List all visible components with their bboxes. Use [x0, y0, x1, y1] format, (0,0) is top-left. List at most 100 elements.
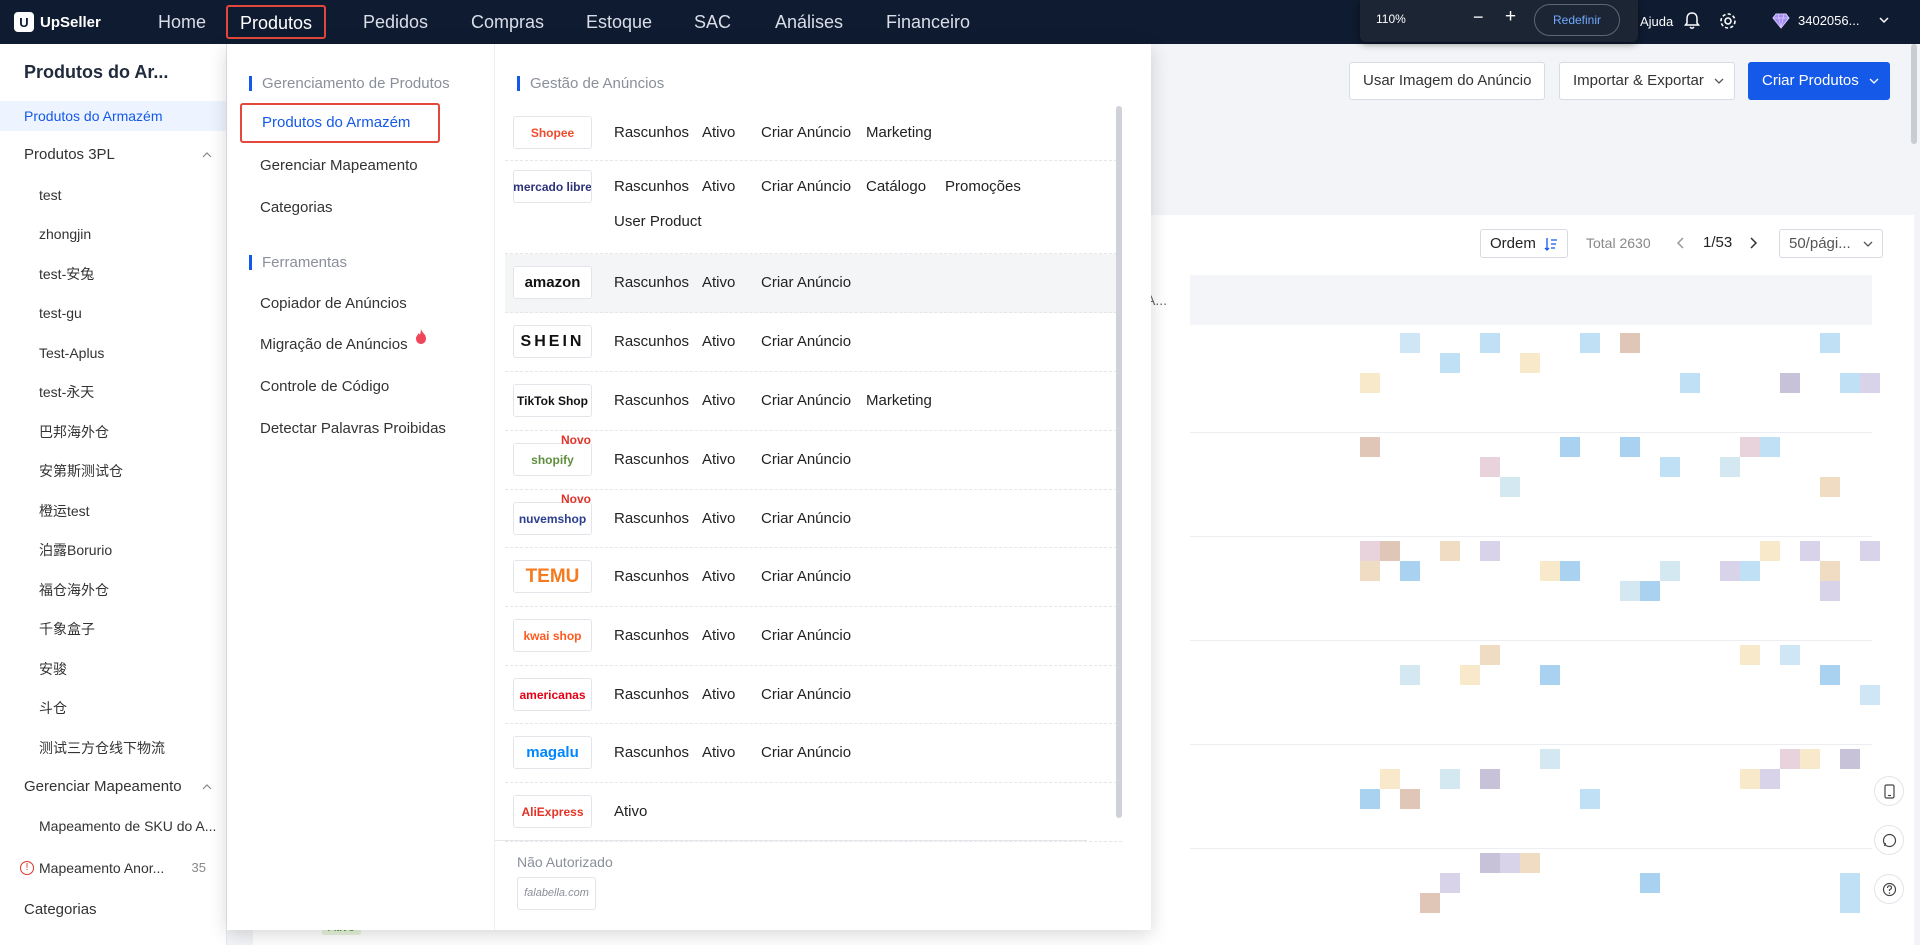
nav-produtos[interactable]: Produtos	[226, 5, 327, 39]
marketplace-link-ativo[interactable]: Ativo	[702, 451, 735, 468]
marketplace-link-ativo[interactable]: Ativo	[702, 333, 735, 350]
product-management-column: Gerenciamento de Produtos Produtos do Ar…	[227, 44, 495, 930]
nav-pedidos[interactable]: Pedidos	[351, 0, 440, 44]
marketplace-link-rascunhos[interactable]: Rascunhos	[614, 124, 689, 141]
nav-compras[interactable]: Compras	[459, 0, 556, 44]
create-products-button[interactable]: Criar Produtos	[1748, 62, 1890, 100]
sidebar-item-doucang[interactable]: 斗仓	[0, 693, 226, 723]
marketplace-link-rascunhos[interactable]: Rascunhos	[614, 333, 689, 350]
sidebar-item-mapeamento-anormal[interactable]: ! Mapeamento Anor... 35	[0, 853, 226, 883]
marketplace-link-ativo[interactable]: Ativo	[702, 510, 735, 527]
sidebar-item-babang[interactable]: 巴邦海外仓	[0, 417, 226, 447]
marketplace-link-rascunhos[interactable]: Rascunhos	[614, 744, 689, 761]
page-scrollbar[interactable]	[1911, 44, 1917, 144]
marketplace-link-ativo[interactable]: Ativo	[614, 803, 647, 820]
marketplace-link-criar-anúncio[interactable]: Criar Anúncio	[761, 274, 851, 291]
mobile-app-button[interactable]	[1874, 776, 1904, 806]
nav-sac[interactable]: SAC	[682, 0, 743, 44]
marketplace-link-rascunhos[interactable]: Rascunhos	[614, 686, 689, 703]
sidebar-item-categorias[interactable]: Categorias	[0, 895, 226, 925]
whatsapp-button[interactable]	[1874, 825, 1904, 855]
menu-copiador-anuncios[interactable]: Copiador de Anúncios	[260, 295, 407, 312]
marketplace-row: amazon Rascunhos Ativo Criar Anúncio	[505, 254, 1122, 313]
marketplace-link-marketing[interactable]: Marketing	[866, 392, 932, 409]
marketplace-link-rascunhos[interactable]: Rascunhos	[614, 392, 689, 409]
chevron-down-icon[interactable]	[1878, 14, 1890, 26]
marketplace-link-ativo[interactable]: Ativo	[702, 124, 735, 141]
menu-migracao-anuncios[interactable]: Migração de Anúncios	[260, 336, 408, 353]
marketplace-link-criar-anúncio[interactable]: Criar Anúncio	[761, 510, 851, 527]
menu-controle-codigo[interactable]: Controle de Código	[260, 378, 389, 395]
sidebar-item-test-yongtian[interactable]: test-永天	[0, 377, 226, 407]
sidebar-item-test[interactable]: test	[0, 180, 226, 210]
falabella-logo[interactable]: falabella.com	[517, 877, 596, 910]
nav-home[interactable]: Home	[146, 0, 218, 44]
sidebar-item-test-aplus[interactable]: Test-Aplus	[0, 338, 226, 368]
chevron-right-icon[interactable]	[1748, 236, 1758, 250]
sidebar-item-anjun[interactable]: 安骏	[0, 654, 226, 684]
zoom-out-button[interactable]: −	[1473, 7, 1484, 28]
sidebar-item-test-3pl-logistics[interactable]: 测试三方仓线下物流	[0, 733, 226, 763]
nav-estoque[interactable]: Estoque	[574, 0, 664, 44]
marketplace-link-criar-anúncio[interactable]: Criar Anúncio	[761, 686, 851, 703]
marketplace-link-ativo[interactable]: Ativo	[702, 274, 735, 291]
nav-analises[interactable]: Análises	[763, 0, 855, 44]
nav-financeiro[interactable]: Financeiro	[874, 0, 982, 44]
sidebar-item-mapeamento-sku[interactable]: Mapeamento de SKU do A...	[0, 811, 226, 841]
menu-gerenciar-mapeamento[interactable]: Gerenciar Mapeamento	[260, 157, 418, 174]
sidebar-item-fucang[interactable]: 福仓海外仓	[0, 575, 226, 605]
marketplace-link-criar-anúncio[interactable]: Criar Anúncio	[761, 392, 851, 409]
marketplace-link-rascunhos[interactable]: Rascunhos	[614, 451, 689, 468]
marketplace-link-marketing[interactable]: Marketing	[866, 124, 932, 141]
marketplace-link-user-product[interactable]: User Product	[614, 213, 702, 230]
marketplace-link-criar-anúncio[interactable]: Criar Anúncio	[761, 333, 851, 350]
import-export-button[interactable]: Importar & Exportar	[1559, 62, 1735, 100]
marketplace-link-ativo[interactable]: Ativo	[702, 392, 735, 409]
bell-icon[interactable]	[1684, 12, 1700, 30]
account-name[interactable]: 3402056...	[1798, 13, 1859, 28]
marketplace-link-rascunhos[interactable]: Rascunhos	[614, 274, 689, 291]
sidebar-item-produtos-3pl[interactable]: Produtos 3PL	[0, 140, 226, 170]
marketplace-link-rascunhos[interactable]: Rascunhos	[614, 178, 689, 195]
sidebar-item-test-antu[interactable]: test-安兔	[0, 259, 226, 289]
per-page-select[interactable]: 50/pági...	[1779, 229, 1883, 258]
sidebar-item-chengyun[interactable]: 橙运test	[0, 496, 226, 526]
upseller-logo[interactable]: U UpSeller	[14, 10, 101, 34]
use-ad-image-button[interactable]: Usar Imagem do Anúncio	[1349, 62, 1546, 100]
gear-icon[interactable]	[1718, 11, 1738, 31]
marketplace-link-rascunhos[interactable]: Rascunhos	[614, 510, 689, 527]
marketplace-link-criar-anúncio[interactable]: Criar Anúncio	[761, 744, 851, 761]
menu-produtos-armazem[interactable]: Produtos do Armazém	[240, 103, 440, 143]
marketplace-link-rascunhos[interactable]: Rascunhos	[614, 627, 689, 644]
marketplace-link-ativo[interactable]: Ativo	[702, 627, 735, 644]
marketplace-link-criar-anúncio[interactable]: Criar Anúncio	[761, 124, 851, 141]
sidebar-item-qianxiang[interactable]: 千象盒子	[0, 614, 226, 644]
marketplace-link-rascunhos[interactable]: Rascunhos	[614, 568, 689, 585]
help-button[interactable]	[1874, 874, 1904, 904]
sidebar-item-gerenciar-mapeamento[interactable]: Gerenciar Mapeamento	[0, 772, 226, 802]
marketplace-link-promoções[interactable]: Promoções	[945, 178, 1021, 195]
chevron-left-icon[interactable]	[1676, 236, 1686, 250]
sidebar-item-test-gu[interactable]: test-gu	[0, 298, 226, 328]
order-sort-button[interactable]: Ordem	[1480, 229, 1568, 258]
marketplace-link-ativo[interactable]: Ativo	[702, 568, 735, 585]
sidebar-item-produtos-armazem[interactable]: Produtos do Armazém	[0, 101, 226, 131]
menu-categorias[interactable]: Categorias	[260, 199, 333, 216]
marketplace-link-criar-anúncio[interactable]: Criar Anúncio	[761, 451, 851, 468]
zoom-in-button[interactable]: +	[1505, 6, 1516, 28]
help-link[interactable]: Ajuda	[1640, 14, 1673, 29]
marketplace-link-ativo[interactable]: Ativo	[702, 744, 735, 761]
sidebar-item-borurio[interactable]: 泊露Borurio	[0, 535, 226, 565]
sidebar-item-andisi[interactable]: 安第斯测试仓	[0, 456, 226, 486]
marketplace-link-criar-anúncio[interactable]: Criar Anúncio	[761, 568, 851, 585]
marketplace-link-catálogo[interactable]: Catálogo	[866, 178, 926, 195]
marketplace-link-criar-anúncio[interactable]: Criar Anúncio	[761, 178, 851, 195]
menu-detectar-palavras[interactable]: Detectar Palavras Proibidas	[260, 420, 446, 437]
zoom-reset-button[interactable]: Redefinir	[1534, 4, 1620, 36]
marketplace-link-criar-anúncio[interactable]: Criar Anúncio	[761, 627, 851, 644]
marketplace-link-ativo[interactable]: Ativo	[702, 178, 735, 195]
marketplace-link-ativo[interactable]: Ativo	[702, 686, 735, 703]
menu-scrollbar[interactable]	[1116, 106, 1122, 818]
blurred-thumbnail-tile	[1460, 665, 1480, 685]
sidebar-item-zhongjin[interactable]: zhongjin	[0, 219, 226, 249]
